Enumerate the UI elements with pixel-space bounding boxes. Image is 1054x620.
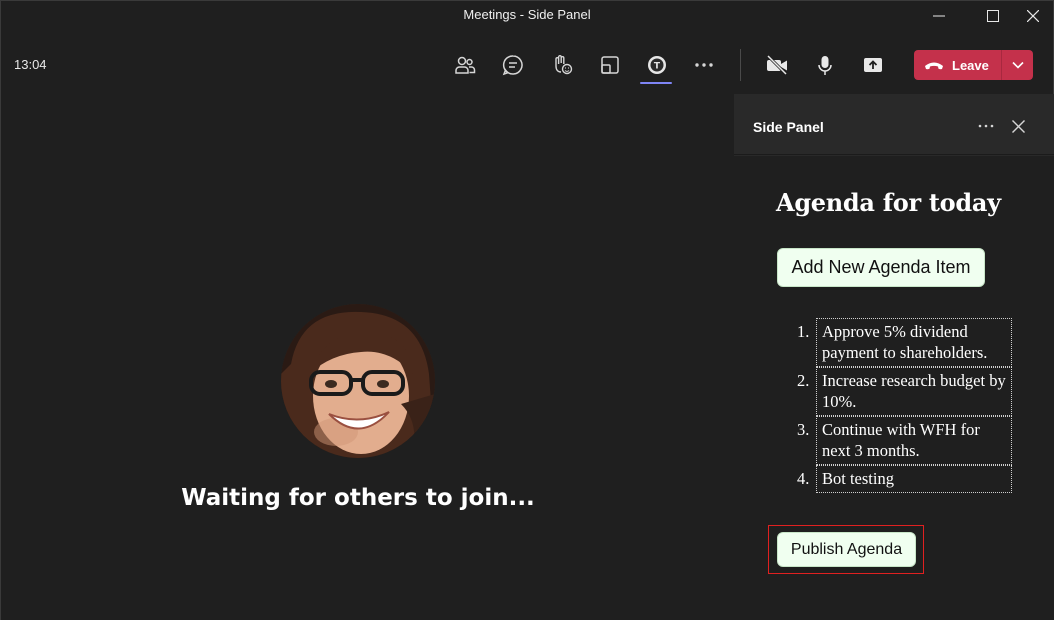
chat-icon <box>502 55 523 76</box>
agenda-item-number: 2. <box>797 371 810 390</box>
window-title: Meetings - Side Panel <box>463 7 591 22</box>
side-panel-content: Agenda for today Add New Agenda Item 1. … <box>734 156 1054 620</box>
window-close-button[interactable] <box>1010 1 1054 31</box>
agenda-item-number: 1. <box>797 322 810 341</box>
participant-avatar <box>281 304 435 458</box>
camera-off-icon <box>766 54 788 76</box>
mic-icon <box>818 56 832 75</box>
chat-button[interactable] <box>498 50 528 80</box>
agenda-item-text: Increase research budget by 10%. <box>822 371 1006 411</box>
chevron-down-icon <box>1011 61 1024 69</box>
camera-button[interactable] <box>762 50 792 80</box>
share-screen-icon <box>864 58 882 72</box>
side-panel-close-button[interactable] <box>1008 116 1028 136</box>
meeting-stage: Waiting for others to join... <box>1 94 734 620</box>
close-icon <box>1011 119 1025 133</box>
react-button[interactable] <box>547 50 577 80</box>
agenda-item-text: Approve 5% dividend payment to sharehold… <box>822 322 988 362</box>
agenda-item-text: Bot testing <box>822 469 894 488</box>
title-bar: Meetings - Side Panel <box>1 1 1053 31</box>
add-agenda-item-button[interactable]: Add New Agenda Item <box>777 248 985 287</box>
mic-button[interactable] <box>810 50 840 80</box>
side-panel: Side Panel Agenda for today Add New Agen… <box>734 94 1054 620</box>
more-icon <box>695 63 713 67</box>
app-button[interactable]: T <box>642 50 672 80</box>
agenda-item-number: 4. <box>797 469 810 488</box>
participants-button[interactable] <box>450 50 480 80</box>
waiting-message: Waiting for others to join... <box>181 485 535 511</box>
leave-dropdown-button[interactable] <box>1002 50 1033 80</box>
agenda-list: 1. Approve 5% dividend payment to shareh… <box>797 318 1012 493</box>
agenda-heading: Agenda for today <box>776 188 1001 217</box>
share-tray-icon <box>601 56 619 74</box>
phone-hangup-icon <box>925 62 943 70</box>
view-button[interactable] <box>595 50 625 80</box>
side-panel-header: Side Panel <box>734 94 1054 155</box>
leave-button[interactable]: Leave <box>914 50 1001 80</box>
close-icon <box>1027 10 1039 22</box>
agenda-item-text: Continue with WFH for next 3 months. <box>822 420 980 460</box>
meeting-timer: 13:04 <box>14 57 47 72</box>
maximize-icon <box>987 10 999 22</box>
people-icon <box>455 56 476 74</box>
meeting-toolbar: 13:04 T Leave <box>1 34 1053 94</box>
leave-label: Leave <box>952 57 989 73</box>
side-panel-more-button[interactable] <box>974 116 998 136</box>
agenda-item: 3. Continue with WFH for next 3 months. <box>797 416 1012 465</box>
side-panel-title: Side Panel <box>753 119 824 135</box>
more-actions-button[interactable] <box>689 50 719 80</box>
agenda-item-number: 3. <box>797 420 810 439</box>
active-tab-indicator <box>640 82 672 84</box>
svg-text:T: T <box>654 62 661 72</box>
toolbar-divider <box>740 49 741 81</box>
share-button[interactable] <box>858 50 888 80</box>
agenda-item: 4. Bot testing <box>797 465 1012 493</box>
publish-agenda-button[interactable]: Publish Agenda <box>777 532 916 567</box>
avatar-photo <box>281 304 435 458</box>
leave-button-group: Leave <box>914 50 1033 80</box>
app-icon: T <box>648 56 666 74</box>
agenda-item: 2. Increase research budget by 10%. <box>797 367 1012 416</box>
minimize-button[interactable] <box>916 1 962 31</box>
minimize-icon <box>933 15 945 17</box>
teams-window: Meetings - Side Panel 13:04 T Leave Wait… <box>0 0 1054 620</box>
more-icon <box>978 124 994 128</box>
raise-hand-icon <box>555 55 573 75</box>
agenda-item: 1. Approve 5% dividend payment to shareh… <box>797 318 1012 367</box>
